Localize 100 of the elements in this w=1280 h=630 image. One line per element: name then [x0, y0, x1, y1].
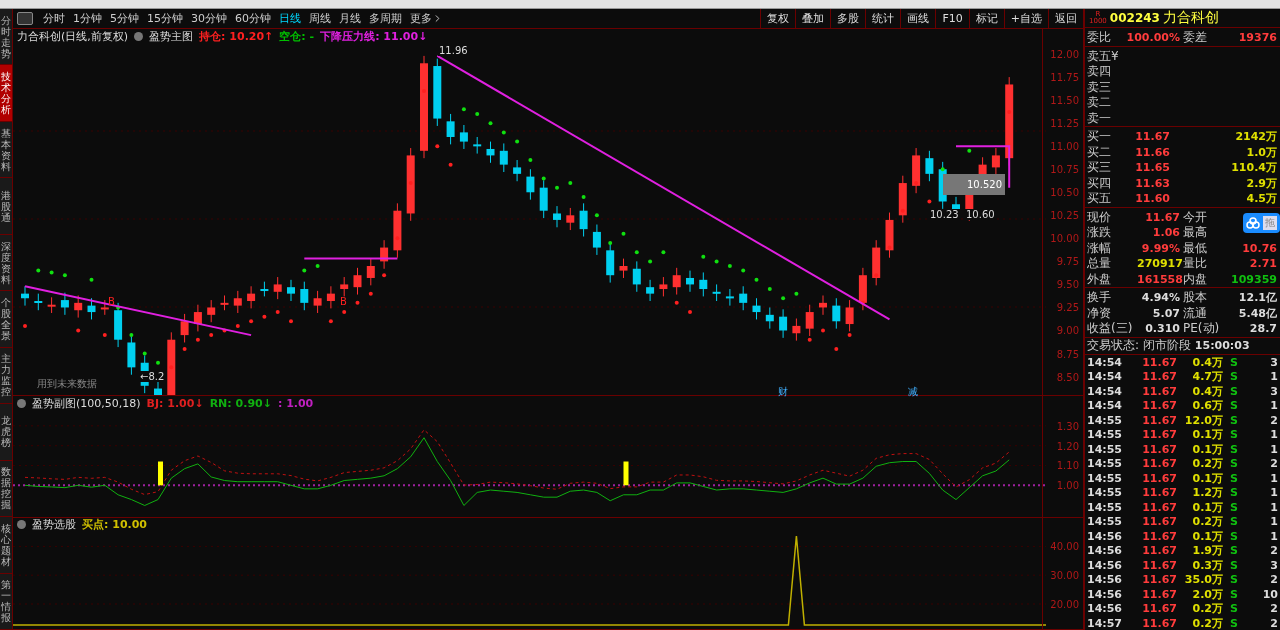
side-tab[interactable]: 第一情报 — [0, 573, 12, 630]
ask-label: 卖五¥ — [1087, 47, 1120, 65]
period-tab[interactable]: 日线 — [275, 11, 305, 26]
axis-label: 9.25 — [1056, 301, 1079, 313]
toolbar-button[interactable]: 画线 — [900, 9, 936, 28]
trade-price: 11.67 — [1141, 544, 1177, 557]
period-tab[interactable]: 5分钟 — [106, 11, 143, 26]
indicator-name: 盈势选股 — [32, 517, 76, 533]
bid-volume: 1.0万 — [1245, 144, 1278, 160]
legend-value: : 1.00 — [277, 396, 314, 410]
trade-price: 11.67 — [1141, 471, 1177, 485]
period-tab[interactable]: 15分钟 — [143, 11, 187, 26]
bid-volume: 4.5万 — [1245, 191, 1278, 206]
period-tab[interactable]: 分时 — [39, 11, 69, 26]
toolbar-button[interactable]: 复权 — [760, 9, 796, 28]
trade-time: 14:55 — [1087, 457, 1123, 470]
period-tab[interactable]: 月线 — [335, 11, 365, 26]
trade-count: 1 — [1269, 442, 1279, 456]
toolbar-button[interactable]: F10 — [935, 9, 969, 28]
period-tab[interactable]: 更多 — [406, 11, 447, 26]
trade-side: S — [1229, 616, 1239, 630]
trade-time: 14:56 — [1087, 573, 1123, 586]
collapse-icon[interactable] — [134, 31, 144, 41]
trade-count: 2 — [1269, 413, 1279, 427]
trade-volume: 0.2万 — [1191, 615, 1223, 630]
toolbar-button[interactable]: 标记 — [968, 9, 1004, 28]
signal-bar — [158, 461, 163, 486]
axis-label: 40.00 — [1050, 540, 1079, 552]
side-tab[interactable]: 主力监控 — [0, 347, 12, 405]
field-label: 内盘 — [1183, 270, 1208, 288]
side-tab[interactable]: 港股通 — [0, 178, 12, 235]
ask-label: 卖一 — [1087, 109, 1112, 127]
trade-price: 11.67 — [1141, 384, 1177, 398]
trade-price: 11.67 — [1141, 457, 1177, 470]
trade-count: 3 — [1269, 558, 1279, 572]
axis-label: 1.00 — [1056, 479, 1079, 491]
side-tab[interactable]: 数据挖掘 — [0, 460, 12, 518]
bid-price: 11.67 — [1134, 130, 1171, 143]
axis-label: 30.00 — [1050, 569, 1079, 581]
trade-side: S — [1229, 428, 1239, 441]
trade-side: S — [1229, 384, 1239, 398]
trade-side: S — [1229, 558, 1239, 572]
trade-volume: 0.2万 — [1191, 601, 1223, 616]
trade-count: 1 — [1269, 486, 1279, 499]
field-value: 109359 — [1230, 272, 1278, 286]
ask-label: 卖二 — [1087, 94, 1112, 111]
period-tab[interactable]: 30分钟 — [187, 11, 231, 26]
axis-label: 11.00 — [1050, 140, 1079, 152]
field-value: 19376 — [1237, 31, 1278, 44]
bid-label: 买一 — [1087, 128, 1112, 145]
toolbar-button[interactable]: 多股 — [830, 9, 866, 28]
chart-label: 减 — [908, 385, 918, 399]
toolbar-button[interactable]: 叠加 — [795, 9, 831, 28]
axis-label: 11.75 — [1050, 71, 1079, 83]
collapse-icon[interactable] — [17, 520, 26, 530]
period-tab[interactable]: 1分钟 — [69, 11, 106, 26]
trade-count: 1 — [1269, 471, 1279, 485]
trade-time: 14:55 — [1087, 471, 1123, 485]
toolbar-button[interactable]: +自选 — [1003, 9, 1048, 28]
bid-price: 11.66 — [1134, 145, 1171, 159]
trade-side: S — [1229, 399, 1239, 412]
bid-label: 买五 — [1087, 190, 1112, 207]
bid-price: 11.63 — [1134, 176, 1171, 190]
status-time: 15:00:03 — [1194, 339, 1251, 352]
collapse-icon[interactable] — [17, 398, 26, 408]
side-tab[interactable]: 深度资料 — [0, 234, 12, 292]
field-label: 最高 — [1183, 224, 1208, 241]
trade-time: 14:55 — [1087, 500, 1123, 514]
trade-side: S — [1229, 544, 1239, 557]
trade-volume: 12.0万 — [1183, 412, 1223, 428]
field-value: 161558 — [1137, 272, 1183, 286]
legend-value: BJ: 1.00↓ — [146, 396, 204, 410]
field-value: 0.310 — [1144, 322, 1181, 335]
side-tab[interactable]: 龙虎榜 — [0, 404, 12, 461]
axis-label: 11.50 — [1050, 94, 1079, 106]
period-tab[interactable]: 60分钟 — [231, 11, 275, 26]
toolbar-button[interactable]: 返回 — [1048, 9, 1083, 28]
widget-label: 拖 — [1263, 216, 1277, 230]
field-value: 11.67 — [1144, 210, 1181, 224]
field-value: 100.00% — [1125, 31, 1181, 44]
side-tab[interactable]: 分时走势 — [0, 9, 12, 66]
side-tab[interactable]: 基本资料 — [0, 121, 12, 179]
side-tab[interactable]: 个股全景 — [0, 291, 12, 348]
legend-value: 空仓: - — [279, 28, 315, 44]
field-label: 股本 — [1183, 289, 1208, 306]
stock-code: 002243 — [1109, 11, 1160, 25]
trade-count: 2 — [1269, 616, 1279, 630]
trade-volume: 2.0万 — [1191, 586, 1223, 602]
trade-volume: 0.1万 — [1191, 528, 1223, 544]
period-tab[interactable]: 周线 — [305, 11, 335, 26]
panel-toggle-icon[interactable] — [17, 12, 33, 25]
side-tab[interactable]: 技术分析 — [0, 65, 12, 122]
toolbar-button[interactable]: 统计 — [865, 9, 901, 28]
side-tab[interactable]: 核心题材 — [0, 517, 12, 574]
trade-side: S — [1229, 602, 1239, 615]
chart-label: 用到未来数据 — [37, 377, 97, 391]
trade-side: S — [1229, 529, 1239, 543]
trade-price: 11.67 — [1141, 442, 1177, 456]
axis-label: 10.00 — [1050, 232, 1079, 244]
period-tab[interactable]: 多周期 — [365, 11, 406, 26]
